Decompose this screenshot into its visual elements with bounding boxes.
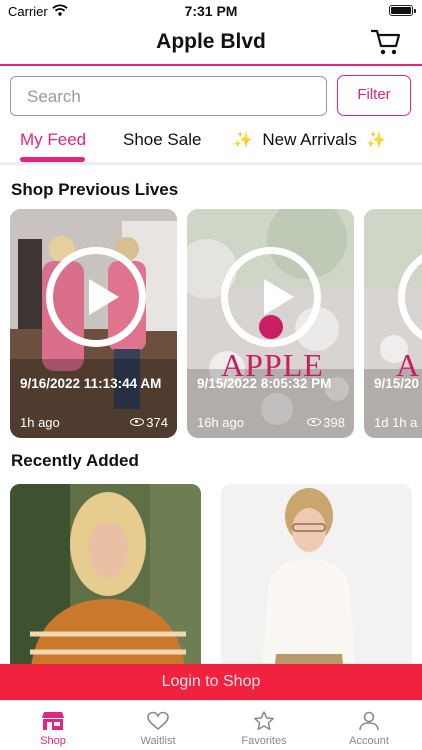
views-value: 374 — [146, 415, 168, 430]
live-date: 9/15/20 — [374, 376, 420, 391]
tab-account-label: Account — [349, 735, 389, 747]
page-title: Apple Blvd — [156, 30, 266, 53]
search-placeholder: Search — [27, 87, 81, 106]
product-card[interactable] — [221, 484, 412, 684]
bottom-tab-bar: Shop Waitlist Favorites Account — [0, 700, 422, 750]
product-image — [221, 484, 412, 684]
live-view-count: 398 — [307, 415, 345, 430]
header-divider — [0, 64, 422, 66]
section-title-previous-lives: Shop Previous Lives — [11, 180, 179, 199]
section-title-recently-added: Recently Added — [11, 451, 139, 470]
live-view-count: 374 — [130, 415, 168, 430]
category-tabs: My Feed Shoe Sale ✨ New Arrivals ✨ — [0, 124, 422, 164]
tab-favorites-label: Favorites — [241, 735, 287, 747]
tab-account[interactable]: Account — [329, 711, 409, 747]
live-time-ago: 1h ago — [20, 415, 60, 430]
play-button-icon[interactable] — [46, 247, 146, 347]
tab-shoe-sale[interactable]: Shoe Sale — [123, 130, 201, 150]
eye-icon — [130, 418, 145, 426]
tab-waitlist[interactable]: Waitlist — [118, 711, 198, 747]
tabs-divider — [0, 162, 422, 165]
live-time-ago: 1d 1h a — [374, 415, 418, 430]
tab-my-feed[interactable]: My Feed — [20, 130, 86, 150]
live-video-card[interactable]: 9/16/2022 11:13:44 AM 1h ago 374 — [10, 209, 177, 438]
person-icon — [359, 711, 379, 731]
live-date: 9/16/2022 11:13:44 AM — [20, 376, 162, 391]
eye-icon — [307, 418, 322, 426]
tab-shop[interactable]: Shop — [13, 711, 93, 747]
search-input[interactable]: Search — [10, 76, 327, 116]
product-image — [10, 484, 201, 684]
store-icon — [42, 712, 64, 730]
star-icon — [253, 711, 275, 731]
heart-icon — [147, 711, 169, 731]
tab-favorites[interactable]: Favorites — [224, 711, 304, 747]
tab-waitlist-label: Waitlist — [140, 735, 176, 747]
live-time-ago: 16h ago — [197, 415, 244, 430]
sparkle-icon: ✨ — [233, 132, 253, 149]
live-date: 9/15/2022 8:05:32 PM — [197, 376, 332, 391]
live-video-card[interactable]: A 9/15/20 1d 1h a — [364, 209, 422, 438]
product-card[interactable] — [10, 484, 201, 684]
views-value: 398 — [323, 415, 345, 430]
filter-button[interactable]: Filter — [337, 75, 411, 116]
sparkle-icon: ✨ — [366, 132, 387, 149]
tab-shop-label: Shop — [40, 735, 66, 747]
clock: 7:31 PM — [184, 3, 238, 19]
login-to-shop-button[interactable]: Login to Shop — [0, 664, 422, 700]
tab-new-arrivals-label: New Arrivals — [262, 130, 357, 149]
tab-new-arrivals[interactable]: ✨ New Arrivals ✨ — [233, 130, 386, 150]
battery-icon — [389, 5, 416, 16]
status-bar: Carrier 7:31 PM — [0, 0, 422, 24]
live-video-card[interactable]: APPLE 9/15/2022 8:05:32 PM 16h ago 398 — [187, 209, 354, 438]
shopping-cart-icon[interactable] — [371, 28, 401, 56]
play-button-icon[interactable] — [221, 247, 321, 347]
